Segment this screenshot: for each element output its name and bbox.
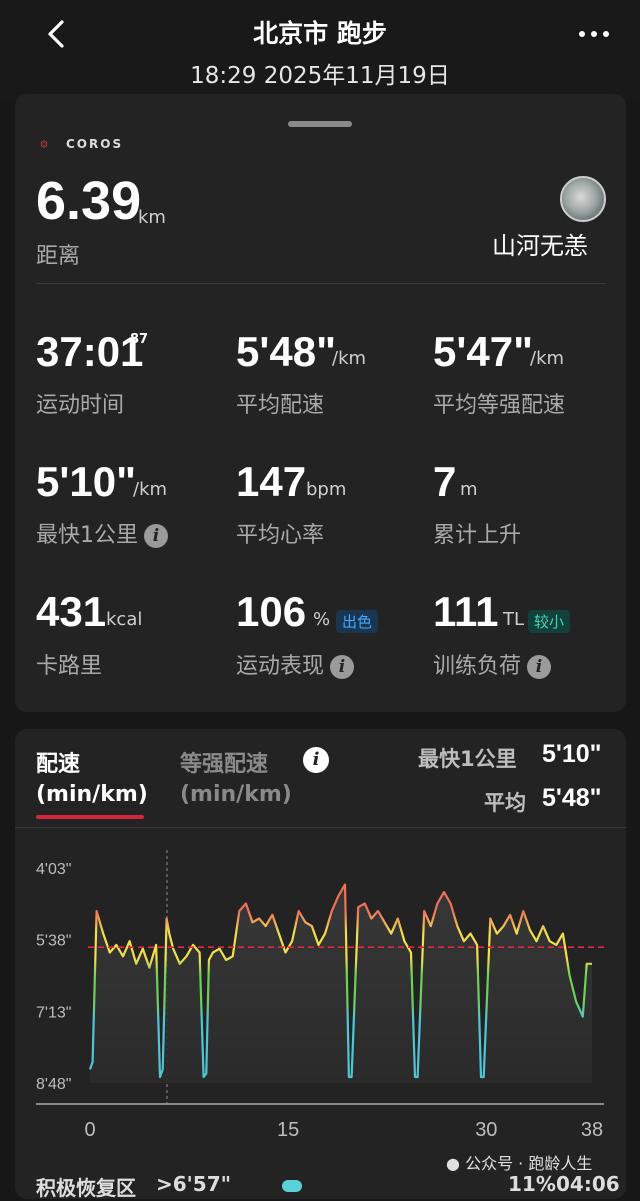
zone-label: 积极恢复区 xyxy=(36,1176,136,1200)
distance-value: 6.39 xyxy=(36,171,142,231)
y-tick-label: 8'48" xyxy=(36,1076,71,1093)
fastest-km-summary-value: 5'10" xyxy=(542,740,602,768)
time-hundredths: 87 xyxy=(130,332,149,347)
performance-badge: 出色 xyxy=(336,610,379,633)
avg-summary-label: 平均 xyxy=(484,791,526,815)
avg-pace-unit: /km xyxy=(332,348,367,369)
fastest-km-summary-label: 最快1公里 xyxy=(418,747,517,771)
fastest-km-value: 5'10" xyxy=(36,458,136,505)
elev-unit: m xyxy=(460,479,478,500)
x-tick-label: 38 xyxy=(581,1119,603,1141)
fastest-km-label-row: 最快1公里 i xyxy=(36,517,168,549)
user-name: 山河无恙 xyxy=(492,232,588,260)
avg-gap-unit: /km xyxy=(530,348,565,369)
activity-datetime: 18:29 2025年11月19日 xyxy=(190,63,450,89)
tab-pace-unit: (min/km) xyxy=(36,782,148,807)
watermark-text: 公众号 · 跑龄人生 xyxy=(465,1154,593,1173)
brand-logo-text: COROS xyxy=(66,137,124,151)
elev-label: 累计上升 xyxy=(433,523,522,548)
performance-unit: % xyxy=(313,609,331,630)
training-load-label-row: 训练负荷 i xyxy=(433,648,552,680)
pace-chart[interactable]: 4'03" 5'38" 7'13" 8'48" 0 15 30 38 xyxy=(0,840,640,1160)
divider xyxy=(15,827,626,828)
avatar[interactable] xyxy=(560,176,606,222)
tab-pace[interactable]: 配速 (min/km) xyxy=(36,750,148,810)
info-icon[interactable]: i xyxy=(303,747,329,773)
tab-grade-adjusted-pace[interactable]: 等强配速 (min/km) xyxy=(180,750,292,810)
zone-percent: 11% xyxy=(508,1172,556,1196)
fastest-km-label: 最快1公里 xyxy=(36,523,138,548)
avg-gap-value: 5'47" xyxy=(433,328,533,375)
avg-summary-value: 5'48" xyxy=(542,784,602,812)
info-icon[interactable]: i xyxy=(527,655,552,679)
divider xyxy=(36,283,606,284)
x-tick-label: 15 xyxy=(277,1119,299,1141)
x-tick-label: 0 xyxy=(84,1119,95,1141)
time-label: 运动时间 xyxy=(36,393,125,418)
page-title: 北京市 跑步 xyxy=(253,19,387,48)
calories-unit: kcal xyxy=(106,609,143,630)
elev-value: 7 xyxy=(433,458,457,505)
active-tab-indicator xyxy=(36,815,144,819)
zone-progress-bar xyxy=(282,1180,302,1192)
avg-pace-value: 5'48" xyxy=(236,328,336,375)
training-load-label: 训练负荷 xyxy=(433,654,522,679)
distance-label: 距离 xyxy=(36,244,81,269)
watermark: ● 公众号 · 跑龄人生 xyxy=(446,1150,592,1174)
calories-label: 卡路里 xyxy=(36,654,103,679)
avg-hr-unit: bpm xyxy=(306,479,347,500)
zone-pace: >6'57" xyxy=(156,1172,232,1196)
avg-hr-value: 147 xyxy=(236,458,307,505)
avg-hr-label: 平均心率 xyxy=(236,523,325,548)
fastest-km-unit: /km xyxy=(133,479,168,500)
tab-pace-label: 配速 xyxy=(36,752,81,777)
zone-time: 04:06 xyxy=(556,1172,620,1196)
avg-gap-label: 平均等强配速 xyxy=(433,393,566,418)
y-tick-label: 5'38" xyxy=(36,933,71,950)
tab-gap-unit: (min/km) xyxy=(180,782,292,807)
training-load-unit: TL xyxy=(503,609,525,630)
info-icon[interactable]: i xyxy=(144,524,168,548)
y-tick-label: 7'13" xyxy=(36,1004,71,1021)
info-icon[interactable]: i xyxy=(330,655,355,679)
avg-pace-label: 平均配速 xyxy=(236,393,325,418)
wechat-icon: ● xyxy=(446,1154,460,1173)
performance-value: 106 xyxy=(236,588,307,635)
training-load-value: 111 xyxy=(433,588,499,635)
performance-label-row: 运动表现 i xyxy=(236,648,355,680)
training-load-badge: 较小 xyxy=(528,610,571,633)
time-value: 37:01 xyxy=(36,328,144,375)
y-tick-label: 4'03" xyxy=(36,861,71,878)
more-options-icon[interactable] xyxy=(574,22,614,46)
performance-label: 运动表现 xyxy=(236,654,325,679)
x-tick-label: 30 xyxy=(475,1119,497,1141)
distance-unit: km xyxy=(138,207,166,228)
calories-value: 431 xyxy=(36,588,107,635)
drag-handle[interactable] xyxy=(288,121,352,127)
tab-gap-label: 等强配速 xyxy=(180,752,269,777)
